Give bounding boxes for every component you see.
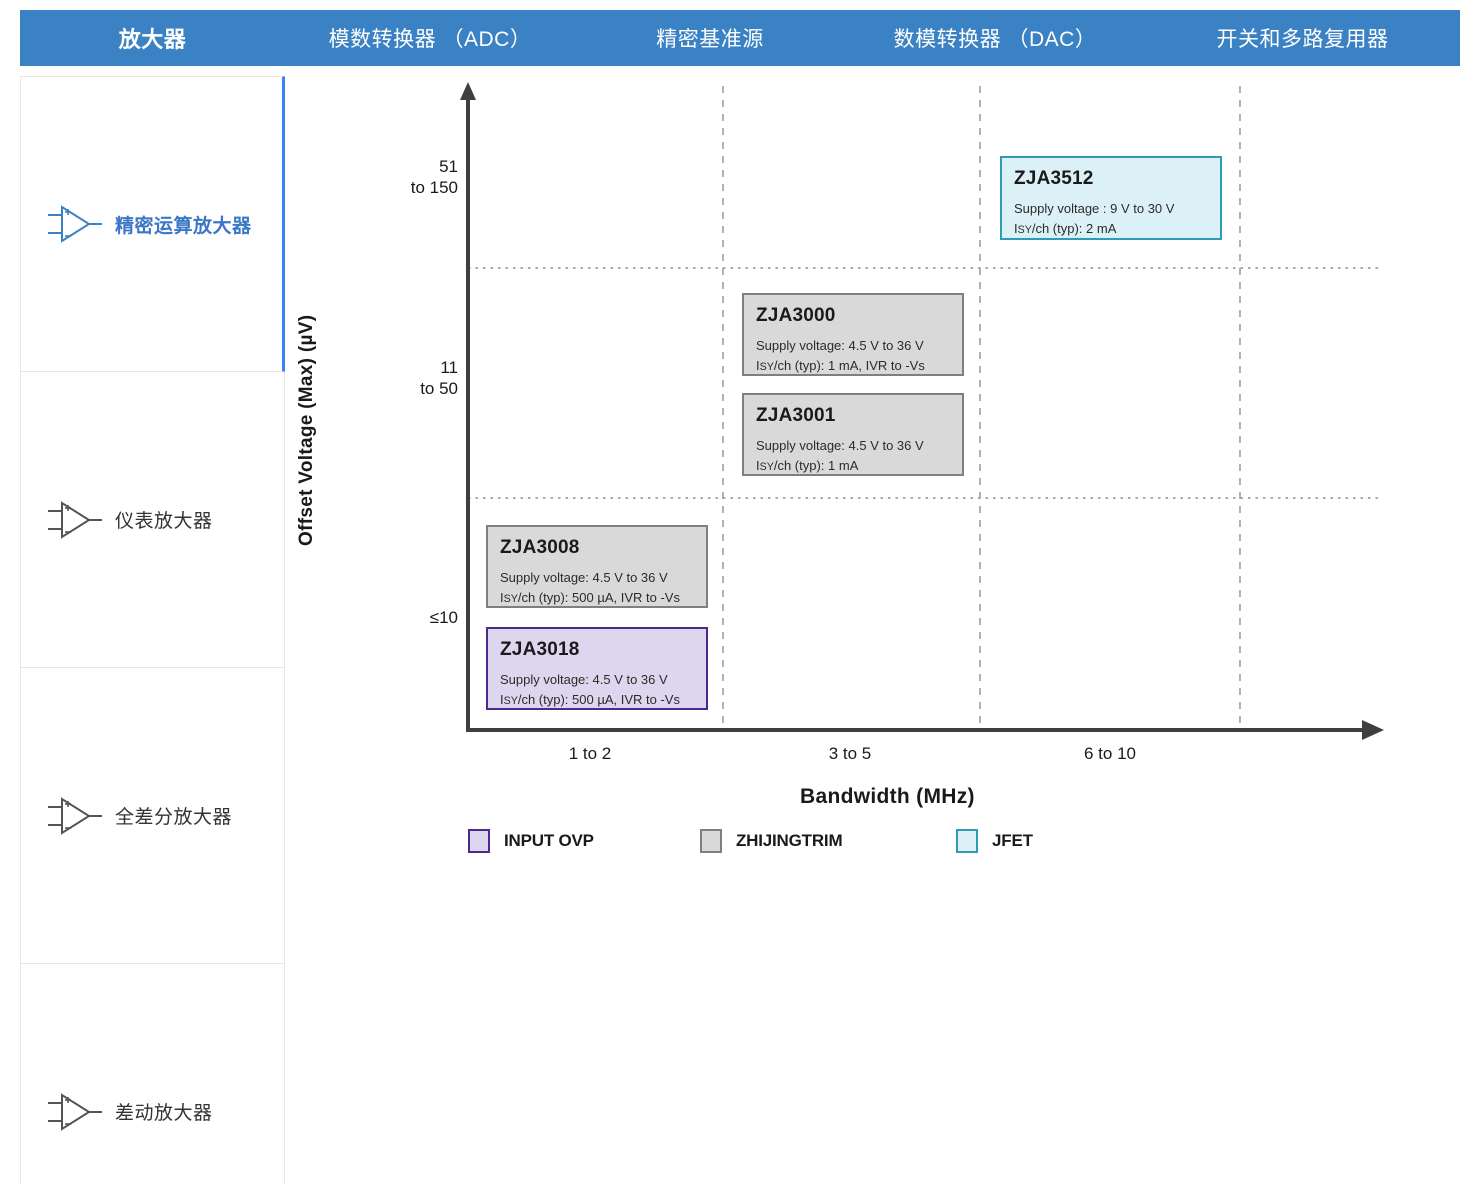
sidebar: 精密运算放大器 仪表放大器 [20,76,285,1181]
legend-label: INPUT OVP [504,831,594,851]
x-axis-title: Bandwidth (MHz) [800,785,975,809]
sidebar-item-label: 精密运算放大器 [115,211,252,238]
sidebar-item-label: 全差分放大器 [115,802,232,829]
product-selector-chart: Offset Voltage (Max) (µV) 51 to 150 11 t… [290,76,1460,1181]
nav-tab-amplifiers[interactable]: 放大器 [20,22,285,54]
product-part-number: ZJA3008 [500,537,694,559]
page-root: 放大器 模数转换器 （ADC） 精密基准源 数模转换器 （DAC） 开关和多路复… [0,0,1480,1185]
product-supply-voltage: Supply voltage: 4.5 V to 36 V [756,336,950,356]
sidebar-item-label: 仪表放大器 [115,506,213,533]
product-card-zja3008[interactable]: ZJA3008 Supply voltage: 4.5 V to 36 V IS… [486,525,708,608]
sidebar-item-difference-amp[interactable]: 差动放大器 [20,964,285,1185]
chart-legend: INPUT OVP ZHIJINGTRIM JFET [468,829,1033,853]
sidebar-item-precision-opamp[interactable]: 精密运算放大器 [20,76,285,372]
y-tick-11-50: 11 to 50 [350,357,458,400]
legend-swatch-icon [956,829,978,853]
legend-item-jfet[interactable]: JFET [956,829,1033,853]
legend-item-zhijingtrim[interactable]: ZHIJINGTRIM [700,829,956,853]
op-amp-icon [43,791,105,841]
sidebar-item-label: 差动放大器 [115,1098,213,1125]
product-supply-voltage: Supply voltage: 4.5 V to 36 V [756,436,950,456]
op-amp-icon [43,1087,105,1137]
product-supply-current: ISY/ch (typ): 1 mA, IVR to -Vs [756,356,950,376]
top-navigation-bar: 放大器 模数转换器 （ADC） 精密基准源 数模转换器 （DAC） 开关和多路复… [20,10,1460,66]
x-tick-1-to-2: 1 to 2 [530,744,650,764]
nav-tab-dac[interactable]: 数模转换器 （DAC） [845,23,1145,53]
product-supply-current: ISY/ch (typ): 1 mA [756,456,950,476]
legend-swatch-icon [700,829,722,853]
nav-tab-adc[interactable]: 模数转换器 （ADC） [285,23,575,53]
op-amp-icon [43,199,105,249]
product-part-number: ZJA3018 [500,639,694,661]
product-part-number: ZJA3512 [1014,168,1208,190]
op-amp-icon [43,495,105,545]
product-supply-current: ISY/ch (typ): 2 mA [1014,219,1208,239]
y-axis-arrow [460,82,476,100]
y-tick-51-150: 51 to 150 [350,156,458,199]
legend-swatch-icon [468,829,490,853]
y-tick-le-10: ≤10 [350,607,458,628]
x-tick-3-to-5: 3 to 5 [790,744,910,764]
legend-label: ZHIJINGTRIM [736,831,842,851]
sidebar-item-fully-differential-amp[interactable]: 全差分放大器 [20,668,285,964]
product-card-zja3018[interactable]: ZJA3018 Supply voltage: 4.5 V to 36 V IS… [486,627,708,710]
product-supply-voltage: Supply voltage: 4.5 V to 36 V [500,568,694,588]
legend-item-input-ovp[interactable]: INPUT OVP [468,829,700,853]
product-supply-current: ISY/ch (typ): 500 µA, IVR to -Vs [500,588,694,608]
product-part-number: ZJA3000 [756,305,950,327]
y-axis-title: Offset Voltage (Max) (µV) [296,315,318,546]
product-part-number: ZJA3001 [756,405,950,427]
product-card-zja3001[interactable]: ZJA3001 Supply voltage: 4.5 V to 36 V IS… [742,393,964,476]
x-axis-arrow [1362,720,1384,740]
x-tick-6-to-10: 6 to 10 [1050,744,1170,764]
product-card-zja3512[interactable]: ZJA3512 Supply voltage : 9 V to 30 V ISY… [1000,156,1222,240]
legend-label: JFET [992,831,1033,851]
product-supply-voltage: Supply voltage : 9 V to 30 V [1014,199,1208,219]
product-supply-voltage: Supply voltage: 4.5 V to 36 V [500,670,694,690]
nav-tab-voltage-reference[interactable]: 精密基准源 [575,23,845,53]
nav-tab-switches-muxes[interactable]: 开关和多路复用器 [1145,23,1460,53]
sidebar-item-instrumentation-amp[interactable]: 仪表放大器 [20,372,285,668]
product-supply-current: ISY/ch (typ): 500 µA, IVR to -Vs [500,690,694,710]
product-card-zja3000[interactable]: ZJA3000 Supply voltage: 4.5 V to 36 V IS… [742,293,964,376]
